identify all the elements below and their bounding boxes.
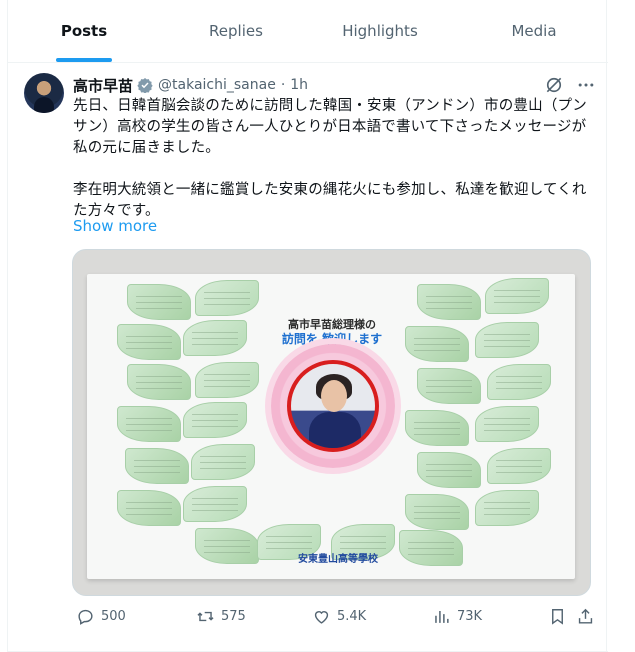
share-icon: [578, 608, 593, 624]
active-tab-indicator: [56, 58, 112, 62]
views-icon: [435, 610, 449, 623]
tab-posts[interactable]: Posts: [8, 0, 160, 62]
school-label: 安東豊山高等學校: [298, 554, 378, 565]
avatar[interactable]: [24, 73, 64, 113]
tab-replies[interactable]: Replies: [160, 0, 312, 62]
tweet-header: 高市早苗 @takaichi_sanae · 1h: [73, 75, 308, 95]
grok-icon[interactable]: [544, 75, 564, 95]
verified-badge-icon: [137, 78, 153, 93]
view-count: 73K: [457, 609, 483, 624]
like-count: 5.4K: [337, 609, 367, 624]
timeline-column: Posts Replies Highlights Media 高市早苗 @tak…: [7, 0, 608, 652]
message-card: 高市早苗総理様の 訪問を 歓迎します 安東豊山高等學校: [87, 274, 575, 579]
share-button[interactable]: [576, 607, 595, 626]
tweet-image[interactable]: 高市早苗総理様の 訪問を 歓迎します 安東豊山高等學校: [72, 249, 591, 596]
tweet-paragraph-2: 李在明大統領と一緒に鑑賞した安東の縄花火にも参加し、私達を歓迎してくれた方々です…: [73, 182, 587, 219]
portrait-photo: [287, 360, 379, 452]
tweet-actions: 500 575 5.4K 73K: [72, 603, 597, 631]
tab-highlights[interactable]: Highlights: [304, 0, 456, 62]
bookmark-icon: [552, 609, 563, 625]
like-icon: [314, 611, 329, 624]
like-button[interactable]: 5.4K: [312, 607, 366, 626]
tab-media[interactable]: Media: [460, 0, 608, 62]
post-time[interactable]: 1h: [290, 77, 308, 93]
author-handle[interactable]: @takaichi_sanae: [158, 77, 276, 93]
bookmark-button[interactable]: [548, 607, 567, 626]
author-name[interactable]: 高市早苗: [73, 75, 133, 96]
reply-icon: [78, 609, 93, 625]
repost-icon: [197, 611, 214, 622]
show-more-link[interactable]: Show more: [73, 217, 157, 235]
more-icon[interactable]: [576, 75, 596, 95]
repost-count: 575: [221, 609, 246, 624]
tweet[interactable]: 高市早苗 @takaichi_sanae · 1h 先日、日韓首脳会談のために訪…: [8, 63, 608, 652]
profile-tabs: Posts Replies Highlights Media: [8, 0, 608, 63]
tweet-paragraph-1: 先日、日韓首脳会談のために訪問した韓国・安東（アンドン）市の豊山（プンサン）高校…: [73, 98, 587, 156]
reply-count: 500: [101, 609, 126, 624]
reply-button[interactable]: 500: [76, 607, 126, 626]
views-button[interactable]: 73K: [432, 607, 482, 626]
time-separator: ·: [280, 77, 286, 93]
repost-button[interactable]: 575: [196, 607, 246, 626]
tweet-text: 先日、日韓首脳会談のために訪問した韓国・安東（アンドン）市の豊山（プンサン）高校…: [73, 96, 593, 222]
